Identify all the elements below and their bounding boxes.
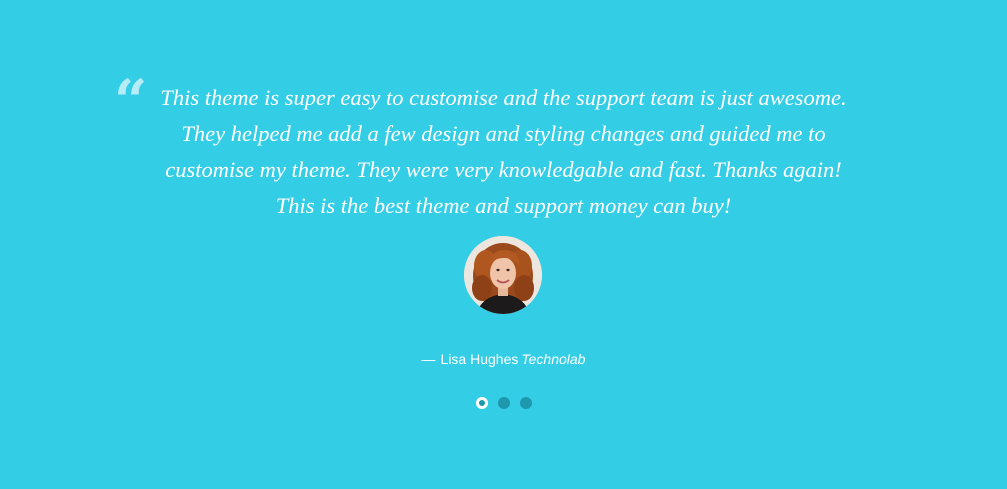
avatar: [464, 236, 542, 314]
pagination-dot-3[interactable]: [519, 397, 532, 409]
pagination-dot-2[interactable]: [497, 397, 510, 409]
slider-pagination: [0, 397, 1007, 409]
pagination-dot-1[interactable]: [475, 397, 488, 409]
author-dash: —: [421, 351, 436, 367]
testimonial-author: — Lisa Hughes Technolab: [0, 351, 1007, 367]
testimonial-section: “ This theme is super easy to customise …: [0, 0, 1007, 489]
testimonial-quote: This theme is super easy to customise an…: [160, 85, 847, 218]
avatar-photo: [464, 236, 542, 314]
author-company: Technolab: [521, 351, 586, 367]
quote-open-icon: “: [114, 67, 147, 135]
author-name: Lisa Hughes: [440, 351, 519, 367]
